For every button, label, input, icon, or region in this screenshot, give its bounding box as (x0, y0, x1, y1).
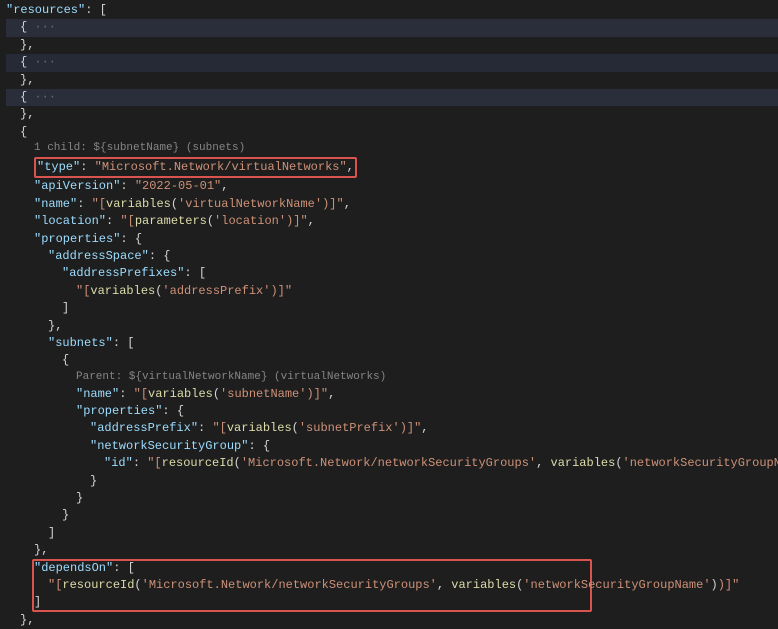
code-line[interactable]: "addressPrefixes": [ (6, 265, 778, 282)
code-line[interactable]: "name": "[variables('virtualNetworkName'… (6, 196, 778, 213)
code-editor[interactable]: "resources": [ { ··· }, { ··· }, { ··· }… (6, 2, 778, 629)
code-line[interactable]: "properties": { (6, 403, 778, 420)
collapsed-region[interactable]: { ··· (6, 54, 778, 71)
code-line[interactable]: }, (6, 37, 778, 54)
code-line[interactable]: { (6, 124, 778, 141)
code-line[interactable]: }, (6, 542, 778, 559)
code-line[interactable]: "type": "Microsoft.Network/virtualNetwor… (6, 157, 778, 178)
code-line[interactable]: "location": "[parameters('location')]", (6, 213, 778, 230)
code-line[interactable]: ] (6, 300, 778, 317)
code-line[interactable]: "name": "[variables('subnetName')]", (6, 386, 778, 403)
code-line[interactable]: }, (6, 318, 778, 335)
code-line[interactable]: "properties": { (6, 231, 778, 248)
code-line[interactable]: "[resourceId('Microsoft.Network/networkS… (6, 577, 778, 594)
code-line[interactable]: "dependsOn": [ (6, 560, 778, 577)
code-line[interactable]: { (6, 352, 778, 369)
code-line[interactable]: "id": "[resourceId('Microsoft.Network/ne… (6, 455, 778, 472)
code-line[interactable]: }, (6, 106, 778, 123)
inlay-hint: 1 child: ${subnetName} (subnets) (6, 141, 778, 157)
code-line[interactable]: }, (6, 72, 778, 89)
code-line[interactable]: ] (6, 594, 778, 611)
code-line[interactable]: }, (6, 612, 778, 629)
json-key: "resources" (6, 3, 85, 17)
code-line[interactable]: "addressPrefix": "[variables('subnetPref… (6, 420, 778, 437)
collapsed-region[interactable]: { ··· (6, 19, 778, 36)
code-line[interactable]: } (6, 507, 778, 524)
code-line[interactable]: "subnets": [ (6, 335, 778, 352)
code-line[interactable]: "networkSecurityGroup": { (6, 438, 778, 455)
highlight-box: "type": "Microsoft.Network/virtualNetwor… (34, 157, 357, 178)
code-line[interactable]: } (6, 490, 778, 507)
code-line[interactable]: "resources": [ (6, 2, 778, 19)
code-line[interactable]: ] (6, 525, 778, 542)
code-line[interactable]: "addressSpace": { (6, 248, 778, 265)
code-line[interactable]: "[variables('addressPrefix')]" (6, 283, 778, 300)
collapsed-region[interactable]: { ··· (6, 89, 778, 106)
inlay-hint: Parent: ${virtualNetworkName} (virtualNe… (6, 370, 778, 386)
code-line[interactable]: } (6, 473, 778, 490)
code-line[interactable]: "apiVersion": "2022-05-01", (6, 178, 778, 195)
